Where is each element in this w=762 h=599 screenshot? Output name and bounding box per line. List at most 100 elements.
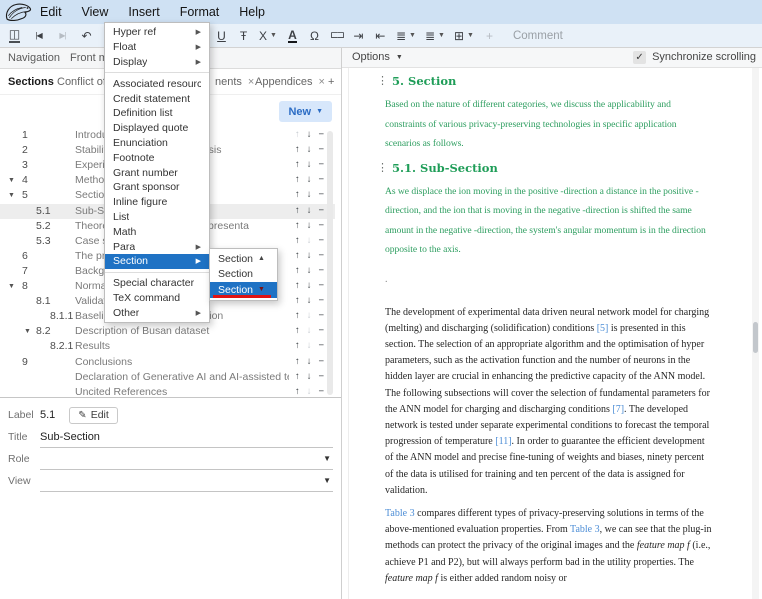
menu-item-display[interactable]: Display▶	[105, 55, 209, 70]
move-up-button[interactable]: ↑	[295, 175, 300, 185]
paragraph[interactable]: Table 3 compares different types of priv…	[385, 506, 712, 587]
menu-item-list[interactable]: List	[105, 210, 209, 225]
remove-button[interactable]: −	[318, 160, 324, 170]
remove-button[interactable]: −	[318, 175, 324, 185]
close-icon[interactable]: ×	[248, 76, 254, 88]
move-down-button[interactable]: ↓	[307, 190, 312, 200]
collapse-caret-icon[interactable]: ▼	[8, 192, 15, 199]
move-down-button[interactable]: ↓	[307, 251, 312, 261]
section-row[interactable]: 8.2.1Results↑↓−	[0, 339, 335, 354]
menu-item-footnote[interactable]: Footnote	[105, 150, 209, 165]
move-up-button[interactable]: ↑	[295, 251, 300, 261]
move-up-button[interactable]: ↑	[295, 311, 300, 321]
panel-divider[interactable]	[341, 47, 342, 599]
menu-item-tex-command[interactable]: TeX command	[105, 291, 209, 306]
special-character-icon[interactable]: Ω	[308, 30, 321, 42]
move-down-button[interactable]: ↓	[307, 160, 312, 170]
sections-scrollbar[interactable]	[327, 131, 333, 395]
move-down-button[interactable]: ↓	[307, 372, 312, 382]
paragraph[interactable]: The development of experimental data dri…	[385, 305, 712, 499]
remove-button[interactable]: −	[318, 145, 324, 155]
collapse-caret-icon[interactable]: ▼	[24, 328, 31, 335]
tab-nents[interactable]: nents×	[215, 69, 254, 94]
menu-item-section[interactable]: Section▶	[105, 254, 209, 269]
move-up-button[interactable]: ↑	[295, 341, 300, 351]
menu-item-float[interactable]: Float▶	[105, 40, 209, 55]
paragraph[interactable]: .	[385, 274, 712, 285]
reference-link[interactable]: [7]	[612, 404, 624, 415]
add-tab-button[interactable]: +	[328, 69, 334, 94]
font-color-icon[interactable]: A	[286, 29, 299, 43]
remove-button[interactable]: −	[318, 372, 324, 382]
move-up-button[interactable]: ↑	[295, 372, 300, 382]
move-down-button[interactable]: ↓	[307, 221, 312, 231]
close-icon[interactable]: ×	[319, 76, 325, 88]
paragraph[interactable]: Based on the nature of different categor…	[385, 95, 712, 154]
remove-button[interactable]: −	[318, 190, 324, 200]
move-up-button[interactable]: ↑	[295, 190, 300, 200]
panel-tab-navigation[interactable]: Navigation	[8, 52, 60, 64]
options-dropdown[interactable]: Options ▼	[352, 51, 403, 63]
tab-sections[interactable]: Sections	[8, 69, 54, 94]
move-down-button[interactable]: ↓	[307, 145, 312, 155]
remove-button[interactable]: −	[318, 206, 324, 216]
move-up-button[interactable]: ↑	[295, 206, 300, 216]
indent-more-icon[interactable]: ⇥	[352, 30, 365, 42]
document-scrollbar[interactable]	[752, 68, 759, 599]
move-up-button[interactable]: ↑	[295, 326, 300, 336]
synchronize-scrolling-checkbox[interactable]: ✓ Synchronize scrolling	[633, 51, 756, 64]
section-row[interactable]: ▼8.2Description of Busan dataset↑↓−	[0, 324, 335, 339]
role-select[interactable]: ▼	[40, 448, 333, 470]
remove-button[interactable]: −	[318, 311, 324, 321]
move-down-button[interactable]: ↓	[307, 357, 312, 367]
move-up-button[interactable]: ↑	[295, 281, 300, 291]
edit-label-button[interactable]: ✎ Edit	[69, 407, 117, 424]
menubar-item-help[interactable]: Help	[235, 3, 269, 21]
menu-item-para[interactable]: Para▶	[105, 239, 209, 254]
remove-button[interactable]: −	[318, 266, 324, 276]
submenu-item-section-2[interactable]: Section▼	[210, 282, 277, 298]
section-row[interactable]: Declaration of Generative AI and AI-assi…	[0, 370, 335, 385]
title-input[interactable]: Sub-Section	[40, 426, 333, 448]
remove-button[interactable]: −	[318, 296, 324, 306]
remove-button[interactable]: −	[318, 357, 324, 367]
menubar-item-format[interactable]: Format	[176, 3, 224, 21]
drag-handle-icon[interactable]: ⋮	[377, 74, 388, 87]
menu-item-grant-number[interactable]: Grant number	[105, 165, 209, 180]
move-up-button[interactable]: ↑	[295, 387, 300, 397]
move-up-button[interactable]: ↑	[295, 296, 300, 306]
go-to-start-icon[interactable]: |◀	[32, 32, 45, 40]
move-up-button[interactable]: ↑	[295, 221, 300, 231]
panel-toggle-icon[interactable]: ◫	[8, 28, 21, 43]
menu-item-enunciation[interactable]: Enunciation	[105, 136, 209, 151]
remove-button[interactable]: −	[318, 326, 324, 336]
menu-item-math[interactable]: Math	[105, 224, 209, 239]
menu-item-hyper-ref[interactable]: Hyper ref▶	[105, 25, 209, 40]
strikethrough-icon[interactable]: Ŧ	[237, 30, 250, 42]
move-up-button[interactable]: ↑	[295, 160, 300, 170]
tab-appendices[interactable]: Appendices×	[255, 69, 325, 94]
remove-button[interactable]: −	[318, 251, 324, 261]
menu-item-displayed-quote[interactable]: Displayed quote	[105, 121, 209, 136]
section-row[interactable]: 9Conclusions↑↓−	[0, 355, 335, 370]
indent-less-icon[interactable]: ⇤	[374, 30, 387, 42]
drag-handle-icon[interactable]: ⋮	[377, 161, 388, 174]
menu-item-inline-figure[interactable]: Inline figure	[105, 195, 209, 210]
collapse-caret-icon[interactable]: ▼	[8, 283, 15, 290]
move-down-button[interactable]: ↓	[307, 175, 312, 185]
reference-link[interactable]: [11]	[495, 436, 511, 447]
menubar-item-edit[interactable]: Edit	[36, 3, 66, 21]
remove-button[interactable]: −	[318, 236, 324, 246]
menu-item-associated-resource[interactable]: Associated resource	[105, 76, 209, 91]
paragraph[interactable]: As we displace the ion moving in the pos…	[385, 182, 712, 260]
remove-button[interactable]: −	[318, 387, 324, 397]
reference-link[interactable]: Table 3	[570, 524, 600, 535]
move-down-button[interactable]: ↓	[307, 206, 312, 216]
reference-link[interactable]: Table 3	[385, 508, 415, 519]
remove-button[interactable]: −	[318, 130, 324, 140]
move-up-button[interactable]: ↑	[295, 357, 300, 367]
menubar-item-view[interactable]: View	[78, 3, 113, 21]
scrollbar-thumb[interactable]	[753, 322, 758, 353]
comment-button[interactable]: Comment	[513, 30, 563, 42]
move-up-button[interactable]: ↑	[295, 266, 300, 276]
